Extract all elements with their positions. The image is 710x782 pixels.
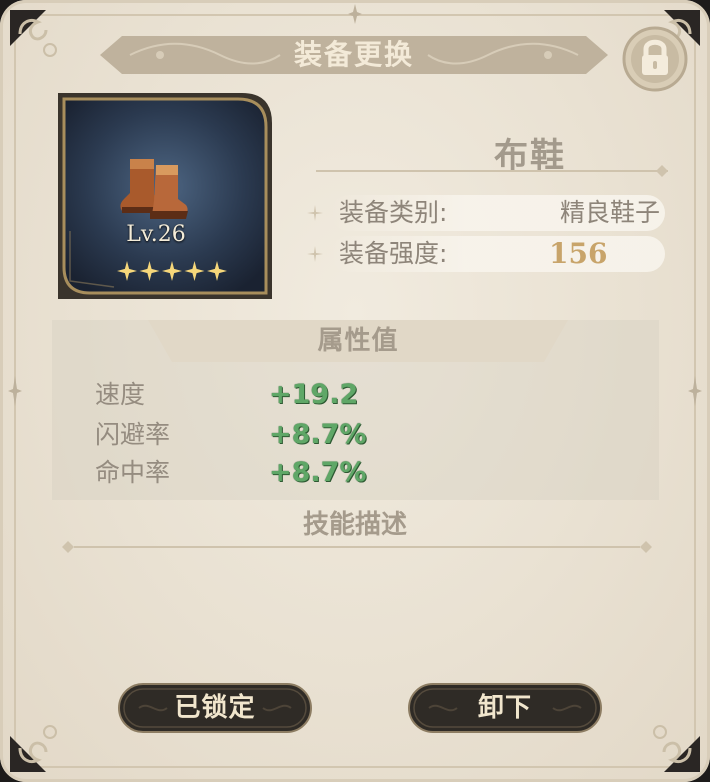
info-row-power: 装备强度: 156	[305, 236, 665, 272]
stat-row: 闪避率 +8.7%	[95, 416, 495, 454]
info-row-category: 装备类别: 精良鞋子	[305, 195, 665, 231]
star-icon	[184, 261, 205, 281]
unequip-button[interactable]: 卸下	[407, 682, 603, 734]
divider-line	[316, 165, 668, 177]
corner-ornament	[653, 725, 700, 772]
stat-name: 闪避率	[95, 420, 171, 449]
top-star-ornament	[348, 4, 362, 24]
corner-ornament	[10, 725, 57, 772]
skill-title: 技能描述	[302, 510, 407, 540]
power-label: 装备强度:	[339, 239, 448, 268]
side-star-ornament	[8, 376, 22, 406]
attributes-title: 属性值	[317, 326, 399, 356]
locked-button-label: 已锁定	[174, 693, 256, 723]
corner-ornament	[10, 10, 57, 57]
star-icon	[117, 261, 137, 281]
star-rating	[117, 261, 227, 281]
category-value: 精良鞋子	[560, 198, 661, 227]
divider-line	[62, 541, 652, 553]
stat-row: 速度 +19.2	[95, 376, 495, 414]
star-icon	[207, 261, 227, 281]
stat-name: 命中率	[95, 458, 171, 487]
side-star-ornament	[688, 376, 702, 406]
star-icon	[162, 261, 182, 281]
equipment-panel: 装备更换 Lv.26 布鞋 装备类别: 精良鞋子 装备强度: 156 属性值 速…	[0, 0, 710, 782]
lock-button[interactable]	[622, 26, 688, 92]
plus-ornament-icon	[307, 246, 323, 262]
locked-button[interactable]: 已锁定	[117, 682, 313, 734]
stat-name: 速度	[95, 380, 146, 409]
title-bar: 装备更换	[100, 32, 608, 78]
attributes-header: 属性值	[148, 320, 568, 362]
unequip-button-label: 卸下	[477, 693, 532, 723]
stat-value: +8.7%	[269, 419, 367, 450]
stat-value: +19.2	[269, 379, 359, 410]
stat-value: +8.7%	[269, 457, 367, 488]
power-value: 156	[549, 237, 608, 270]
item-level: Lv.26	[126, 222, 186, 247]
star-icon	[139, 261, 160, 281]
category-label: 装备类别:	[339, 198, 448, 227]
stat-row: 命中率 +8.7%	[95, 454, 495, 492]
plus-ornament-icon	[307, 205, 323, 221]
page-title: 装备更换	[293, 38, 414, 71]
